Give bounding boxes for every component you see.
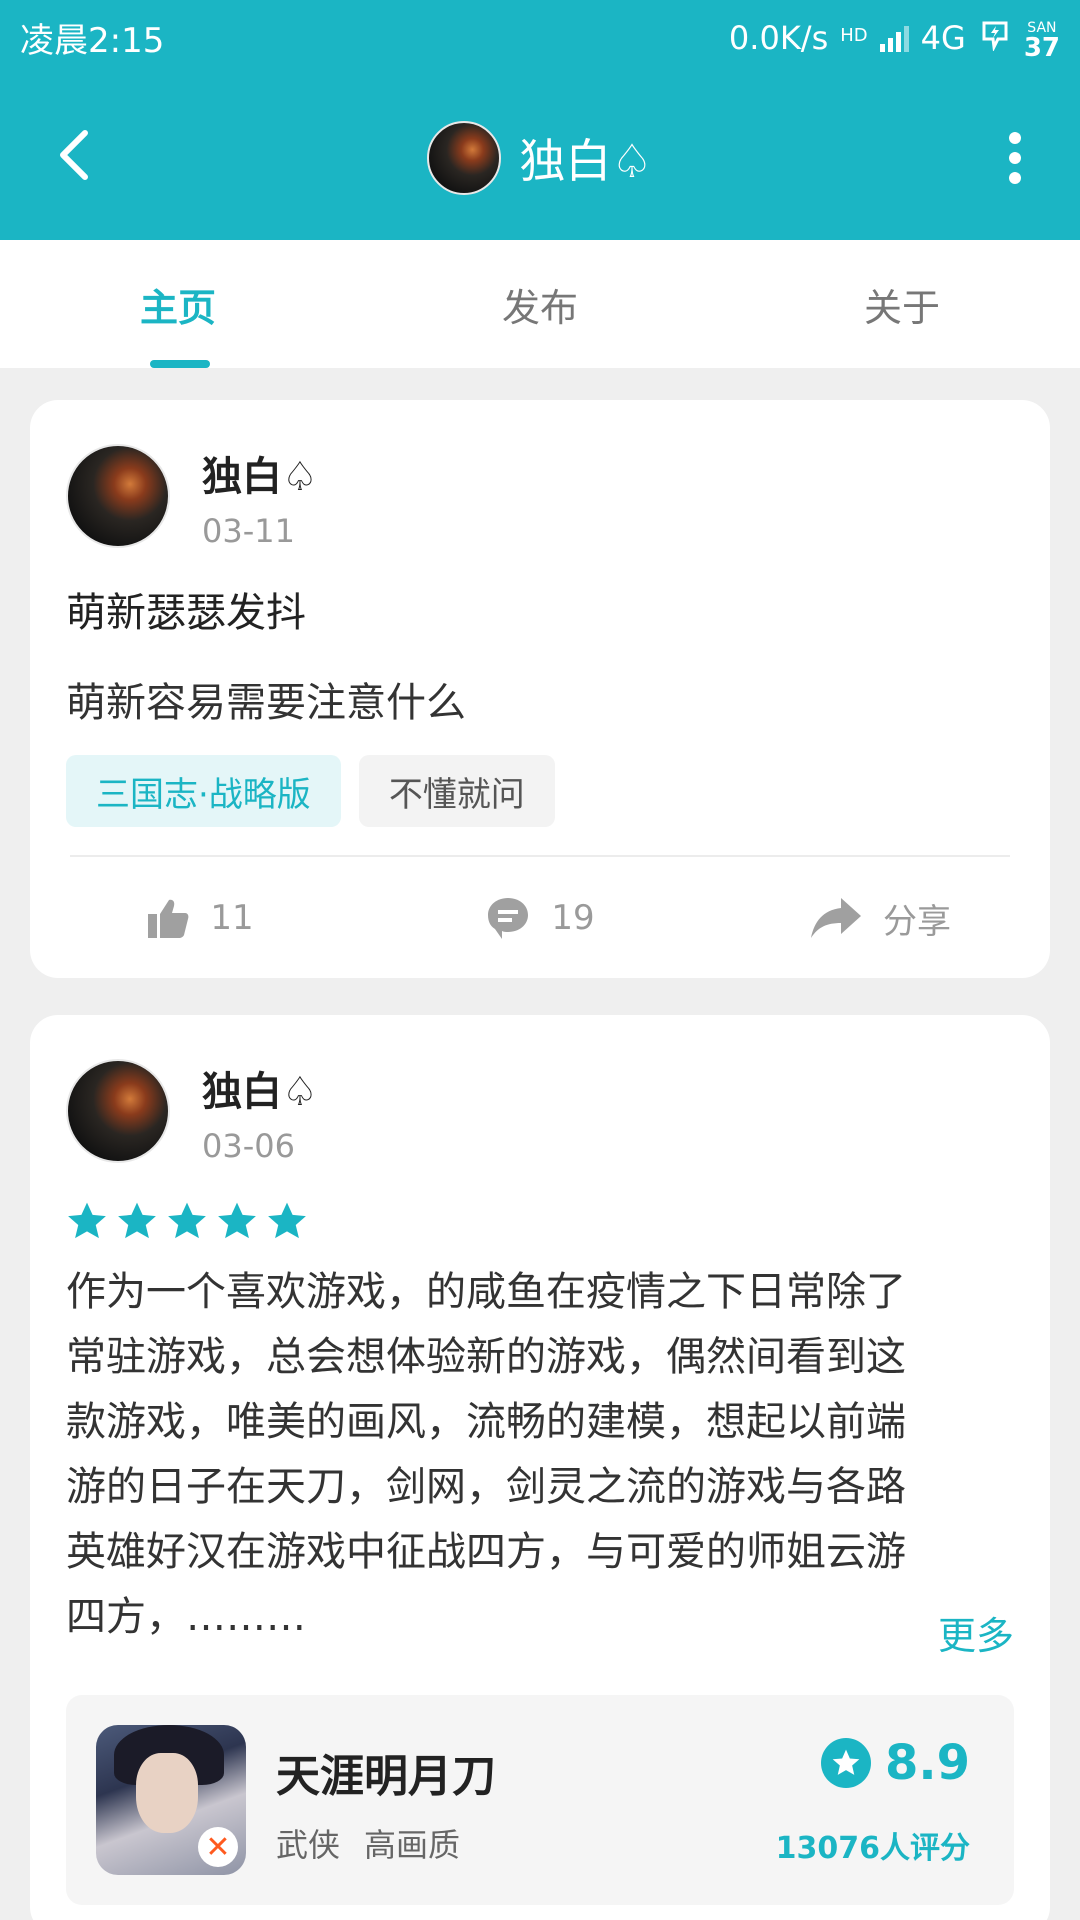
game-name: 天涯明月刀 [276,1751,496,1802]
more-link[interactable]: 更多 [938,1605,1014,1660]
more-vertical-icon [1009,131,1021,184]
comment-icon [488,898,529,939]
like-count: 11 [210,898,254,938]
comment-count: 19 [551,898,595,938]
status-indicators: 0.0K/s HD 4G SAN 37 [728,17,1060,63]
avatar[interactable] [66,444,170,548]
game-card[interactable]: ✕ 天涯明月刀 武侠 高画质 8.9 13076人评分 [66,1695,1014,1905]
active-tab-indicator [150,360,210,368]
game-tag: 武侠 [276,1826,341,1864]
post-card[interactable]: 独白♤ 03-11 萌新瑟瑟发抖 萌新容易需要注意什么 三国志·战略版 不懂就问… [30,400,1050,978]
signal-icon [879,24,909,52]
game-score: 8.9 [820,1735,970,1791]
author-name[interactable]: 独白♤ [202,444,318,502]
share-label: 分享 [883,901,951,942]
review-card[interactable]: 独白♤ 03-06 作为一个喜欢游戏，的咸鱼在疫情之下日常除了 常驻游戏，总会想… [30,1015,1050,1920]
star-icon [118,1202,156,1239]
more-button[interactable] [990,120,1040,195]
post-author: 独白♤ 03-11 [66,444,318,550]
battery-level: 37 [1023,32,1060,63]
hd-label: HD [840,24,868,46]
game-score-value: 8.9 [884,1735,970,1791]
tab-posts[interactable]: 发布 [407,240,674,368]
thumbs-up-icon [148,899,189,938]
star-icon [268,1202,306,1239]
post-body[interactable]: 萌新容易需要注意什么 [66,670,466,728]
net-speed: 0.0K/s [728,18,829,57]
status-bar: 凌晨2:15 0.0K/s HD 4G SAN 37 [0,0,1080,75]
game-tag: 高画质 [364,1826,461,1864]
rating-count: 13076人评分 [775,1831,970,1866]
avatar[interactable] [66,1059,170,1163]
star-icon [218,1202,256,1239]
tab-about-label: 关于 [864,285,941,330]
game-tags: 武侠 高画质 [276,1820,460,1866]
author-info: 独白♤ 03-11 [202,444,318,550]
star-circle-icon [820,1738,871,1788]
review-author: 独白♤ 03-06 [66,1059,318,1165]
status-time: 凌晨2:15 [20,21,165,61]
battery-icon [978,17,1012,59]
post-tags: 三国志·战略版 不懂就问 [66,755,555,827]
game-icon-face [136,1753,198,1833]
page-title: 独白♤ [519,133,653,188]
post-actions: 11 19 分享 [30,878,1050,958]
share-button[interactable]: 分享 [710,878,1050,958]
game-publisher-badge-icon: ✕ [198,1827,238,1867]
network-type: 4G [920,18,966,57]
tab-home-label: 主页 [140,285,217,330]
app-header: 独白♤ [0,75,1080,240]
topic-tag[interactable]: 不懂就问 [358,755,555,827]
share-icon [811,898,861,938]
author-name[interactable]: 独白♤ [202,1059,318,1117]
tab-home[interactable]: 主页 [0,240,407,368]
header-title-group: 独白♤ [0,120,1080,195]
review-text[interactable]: 作为一个喜欢游戏，的咸鱼在疫情之下日常除了 常驻游戏，总会想体验新的游戏，偶然间… [66,1260,1016,1650]
star-icon [68,1202,106,1239]
divider [70,855,1010,857]
tab-about[interactable]: 关于 [673,240,1080,368]
star-icon [168,1202,206,1239]
post-title[interactable]: 萌新瑟瑟发抖 [66,580,306,638]
author-info: 独白♤ 03-06 [202,1059,318,1165]
star-rating [66,1200,308,1242]
header-avatar[interactable] [427,120,502,195]
profile-tabs: 主页 发布 关于 [0,240,1080,368]
battery-indicator: SAN 37 [1023,18,1060,63]
post-date: 03-11 [202,512,295,550]
comment-button[interactable]: 19 [370,878,710,958]
tab-posts-label: 发布 [502,285,579,330]
game-tag[interactable]: 三国志·战略版 [66,755,341,827]
game-icon: ✕ [96,1725,246,1875]
like-button[interactable]: 11 [30,878,370,958]
review-date: 03-06 [202,1127,295,1165]
